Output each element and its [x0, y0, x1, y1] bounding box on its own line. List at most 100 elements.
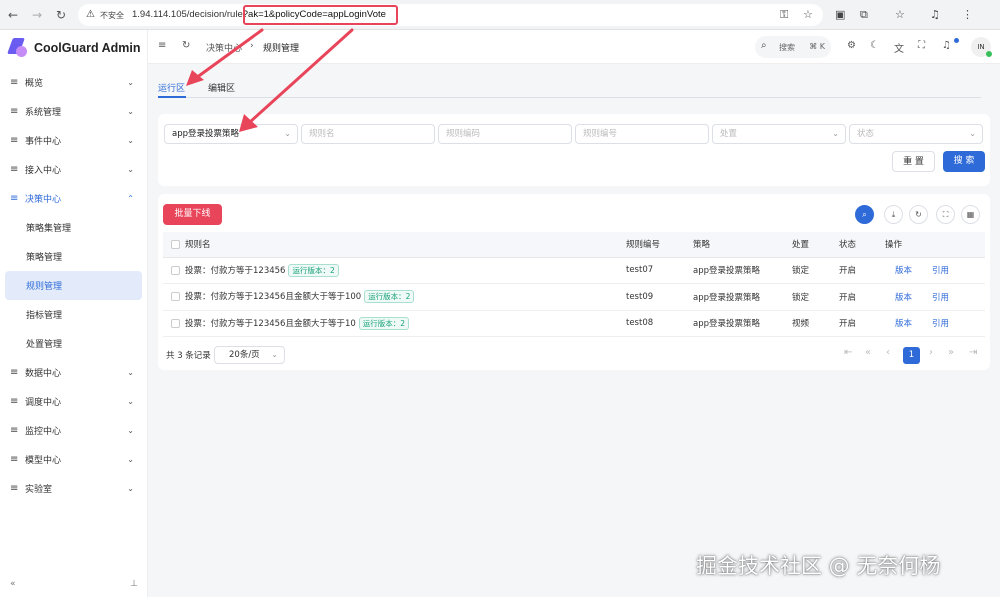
- sidebar-subitem-disposal[interactable]: 处置管理: [0, 329, 148, 358]
- prev-page-icon[interactable]: ‹: [886, 347, 890, 358]
- rule-no-input[interactable]: 规则编号: [575, 124, 709, 144]
- menu-toggle-icon[interactable]: ≡: [158, 40, 166, 51]
- star-icon[interactable]: ☆: [895, 8, 905, 21]
- bookmark-star-icon[interactable]: ☆: [803, 8, 813, 21]
- refresh-icon[interactable]: ↻: [182, 40, 190, 51]
- chevron-down-icon: ⌄: [127, 78, 134, 87]
- search-button[interactable]: 搜 索: [943, 151, 985, 172]
- sidebar-item-label: 概览: [25, 79, 44, 89]
- reset-button[interactable]: 重 置: [892, 151, 935, 172]
- row-checkbox[interactable]: [171, 318, 180, 328]
- search-toggle-icon[interactable]: ⌕: [855, 205, 874, 224]
- sidebar-item-model[interactable]: ≡ 模型中心 ⌄: [0, 445, 148, 474]
- bell-icon[interactable]: ♫: [942, 40, 951, 51]
- chevron-down-icon: ⌄: [127, 484, 134, 493]
- version-link[interactable]: 版本: [895, 266, 912, 276]
- row-checkbox[interactable]: [171, 292, 180, 302]
- sidebar-item-decision[interactable]: ≡ 决策中心 ⌃: [0, 184, 148, 213]
- forward-icon[interactable]: →: [32, 8, 42, 22]
- extension-icon[interactable]: ▣: [835, 8, 845, 21]
- breadcrumb-separator-icon: ›: [250, 41, 254, 51]
- key-icon[interactable]: ⚿: [780, 8, 788, 22]
- sidebar-item-overview[interactable]: ≡ 概览 ⌄: [0, 68, 148, 97]
- sidebar-subitem-policy[interactable]: 策略管理: [0, 242, 148, 271]
- rule-code-input[interactable]: 规则编码: [438, 124, 572, 144]
- chevron-down-icon: ⌄: [832, 129, 839, 138]
- dark-mode-icon[interactable]: ☾: [870, 40, 879, 51]
- prev-group-icon[interactable]: «: [865, 347, 871, 358]
- rule-code-placeholder: 规则编码: [446, 129, 481, 139]
- status-placeholder: 状态: [857, 129, 875, 139]
- logo-icon: [7, 38, 28, 58]
- cell-actions: 版本 引用: [885, 283, 985, 311]
- last-page-icon[interactable]: ⇥: [969, 347, 977, 358]
- sidebar-subitem-policy-set[interactable]: 策略集管理: [0, 213, 148, 242]
- sidebar-item-events[interactable]: ≡ 事件中心 ⌄: [0, 126, 148, 155]
- column-header-code: 规则编号: [626, 232, 693, 258]
- download-icon[interactable]: ⤓: [884, 205, 903, 224]
- reload-icon[interactable]: ↻: [56, 8, 66, 22]
- tab-editing[interactable]: 编辑区: [208, 81, 235, 94]
- reference-link[interactable]: 引用: [932, 293, 949, 303]
- settings-icon[interactable]: ⚙: [847, 40, 856, 51]
- reference-link[interactable]: 引用: [932, 319, 949, 329]
- chevron-down-icon: ⌄: [127, 107, 134, 116]
- sidebar-item-label: 数据中心: [25, 369, 62, 379]
- page-current[interactable]: 1: [903, 347, 920, 364]
- next-page-icon[interactable]: ›: [929, 347, 933, 358]
- sidebar-item-lab[interactable]: ≡ 实验室 ⌄: [0, 474, 148, 503]
- global-search[interactable]: ⌕ 搜索 ⌘ K: [755, 36, 831, 58]
- avatar[interactable]: IN: [971, 37, 992, 57]
- pin-icon[interactable]: ⊥: [130, 579, 138, 589]
- cell-disposal: 锁定: [792, 257, 839, 284]
- rule-name: 投票：付款方等于123456且金额大于等于10: [185, 318, 356, 329]
- column-header-policy: 策略: [693, 232, 792, 258]
- column-settings-icon[interactable]: ▦: [961, 205, 980, 224]
- puzzle-icon[interactable]: ⧉: [860, 8, 868, 22]
- sidebar-item-schedule[interactable]: ≡ 调度中心 ⌄: [0, 387, 148, 416]
- collapse-icon[interactable]: «: [10, 579, 16, 589]
- media-icon[interactable]: ♫: [930, 8, 940, 21]
- sidebar-item-access[interactable]: ≡ 接入中心 ⌄: [0, 155, 148, 184]
- refresh-table-icon[interactable]: ↻: [909, 205, 928, 224]
- first-page-icon[interactable]: ⇤: [844, 347, 852, 358]
- sidebar-item-data[interactable]: ≡ 数据中心 ⌄: [0, 358, 148, 387]
- warning-icon: ⚠: [86, 9, 95, 20]
- address-bar[interactable]: ⚠ 不安全 1.94.114.105/decision/rule?ak=1&po…: [78, 4, 823, 26]
- fullscreen-table-icon[interactable]: ⛶: [936, 205, 955, 224]
- avatar-initials: IN: [977, 43, 985, 51]
- total-count: 共 3 条记录: [166, 351, 211, 361]
- next-group-icon[interactable]: »: [948, 347, 954, 358]
- version-link[interactable]: 版本: [895, 319, 912, 329]
- sidebar-subitem-rule[interactable]: 规则管理: [5, 271, 142, 300]
- sidebar-item-monitor[interactable]: ≡ 监控中心 ⌄: [0, 416, 148, 445]
- back-icon[interactable]: ←: [8, 8, 18, 22]
- disposal-select[interactable]: 处置 ⌄: [712, 124, 846, 144]
- cell-name: 投票：付款方等于123456且金额大于等于10 运行版本：2: [163, 310, 626, 337]
- version-tag: 运行版本：2: [364, 290, 415, 304]
- version-tag: 运行版本：2: [358, 316, 410, 330]
- page-size-value: 20条/页: [229, 350, 260, 360]
- rule-name: 投票：付款方等于123456: [185, 265, 286, 276]
- breadcrumb-item[interactable]: 决策中心: [206, 41, 242, 54]
- rule-name: 投票：付款方等于123456且金额大于等于100: [185, 292, 362, 303]
- rule-name-input[interactable]: 规则名: [301, 124, 435, 144]
- sidebar-item-system[interactable]: ≡ 系统管理 ⌄: [0, 97, 148, 126]
- cell-code: test08: [626, 310, 693, 337]
- menu-dots-icon[interactable]: ⋮: [962, 8, 973, 21]
- status-select[interactable]: 状态 ⌄: [849, 124, 983, 144]
- select-all-checkbox[interactable]: [171, 240, 180, 250]
- chevron-down-icon: ⌄: [271, 350, 278, 359]
- policy-select[interactable]: app登录投票策略 ⌄: [164, 124, 298, 144]
- translate-icon[interactable]: 文: [894, 40, 904, 55]
- fullscreen-icon[interactable]: ⛶: [918, 40, 925, 51]
- row-checkbox[interactable]: [171, 265, 180, 275]
- batch-offline-button[interactable]: 批量下线: [163, 204, 222, 225]
- cell-status: 开启: [839, 257, 885, 284]
- sidebar-subitem-metric[interactable]: 指标管理: [0, 300, 148, 329]
- version-link[interactable]: 版本: [895, 293, 912, 303]
- page-size-select[interactable]: 20条/页 ⌄: [214, 346, 285, 364]
- reference-link[interactable]: 引用: [932, 266, 949, 276]
- tab-running[interactable]: 运行区: [158, 81, 185, 94]
- brand[interactable]: CoolGuard Admin: [7, 38, 140, 58]
